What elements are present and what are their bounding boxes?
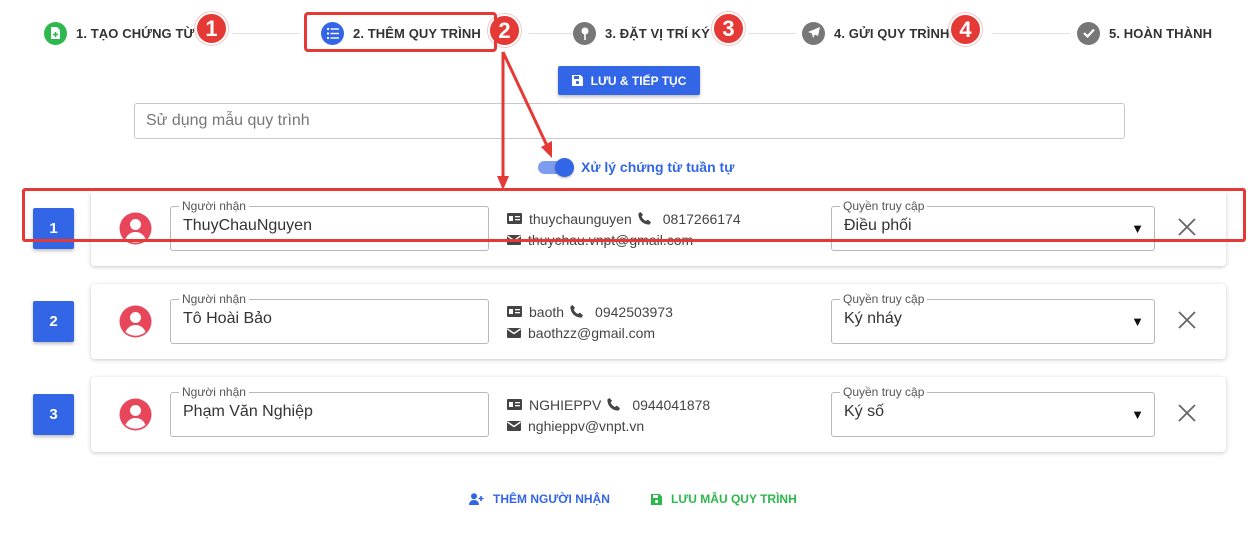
recipient-row: Người nhận Phạm Văn Nghiệp NGHIEPPV 0944… — [91, 377, 1226, 452]
annotation-highlight-step — [304, 12, 497, 52]
annotation-badge: 1 — [195, 12, 228, 45]
step-label: 4. GỬI QUY TRÌNH — [834, 25, 950, 41]
save-icon — [571, 75, 583, 86]
row-order-number: 2 — [33, 301, 74, 342]
step-create-document[interactable]: 1. TẠO CHỨNG TỪ — [44, 20, 194, 46]
close-icon[interactable] — [1176, 402, 1198, 424]
recipient-email: nghieppv@vnpt.vn — [528, 417, 645, 434]
save-template-label: LƯU MẪU QUY TRÌNH — [671, 492, 797, 506]
access-value: Ký số — [844, 403, 885, 420]
step-place-signature[interactable]: 3. ĐẶT VỊ TRÍ KÝ — [573, 20, 710, 46]
workflow-page: 1. TẠO CHỨNG TỪ 2. THÊM QUY TRÌNH 3. ĐẶT… — [0, 0, 1257, 538]
document-icon — [44, 21, 67, 45]
save-continue-label: LƯU & TIẾP TỤC — [590, 73, 687, 88]
recipient-field-label: Người nhận — [179, 385, 249, 399]
recipient-name: Tô Hoài Bảo — [183, 310, 272, 327]
user-avatar-icon — [119, 305, 152, 338]
email-icon — [507, 327, 521, 338]
step-connector — [232, 33, 300, 34]
recipient-phone: 0942503973 — [595, 303, 673, 320]
annotation-badge: 3 — [712, 12, 745, 45]
annotation-highlight-row — [22, 188, 1246, 242]
phone-icon — [607, 398, 621, 411]
access-select[interactable]: Quyền truy cập Ký số ▼ — [831, 385, 1155, 437]
email-icon — [507, 420, 521, 431]
add-user-icon — [469, 493, 484, 505]
workflow-template-input[interactable]: Sử dụng mẫu quy trình — [134, 103, 1125, 139]
caret-down-icon: ▼ — [1131, 314, 1144, 329]
step-label: 5. HOÀN THÀNH — [1109, 25, 1213, 41]
template-placeholder: Sử dụng mẫu quy trình — [146, 112, 310, 129]
access-value: Ký nháy — [844, 310, 902, 327]
step-send-workflow[interactable]: 4. GỬI QUY TRÌNH — [802, 20, 949, 46]
access-select[interactable]: Quyền truy cập Ký nháy ▼ — [831, 292, 1155, 344]
id-card-icon — [507, 399, 522, 410]
recipient-username: NGHIEPPV — [529, 396, 602, 413]
save-template-button[interactable]: LƯU MẪU QUY TRÌNH — [651, 490, 797, 508]
recipient-field[interactable]: Người nhận Phạm Văn Nghiệp — [170, 385, 489, 437]
sequential-toggle-row: Xử lý chứng từ tuần tự — [538, 157, 734, 177]
check-icon — [1077, 21, 1100, 45]
caret-down-icon: ▼ — [1131, 407, 1144, 422]
recipient-phone: 0944041878 — [632, 396, 711, 413]
access-field-label: Quyền truy cập — [840, 292, 928, 306]
stepper: 1. TẠO CHỨNG TỪ 2. THÊM QUY TRÌNH 3. ĐẶT… — [0, 20, 1257, 46]
step-connector — [992, 33, 1070, 34]
id-card-icon — [507, 306, 522, 317]
recipient-info: NGHIEPPV 0944041878 nghieppv@vnpt.vn — [507, 394, 710, 436]
recipient-username: baoth — [529, 303, 565, 320]
annotation-badge: 4 — [949, 13, 982, 46]
recipient-email: baothzz@gmail.com — [528, 324, 656, 341]
sequential-toggle[interactable] — [538, 158, 574, 177]
add-recipient-label: THÊM NGƯỜI NHẬN — [493, 492, 610, 506]
recipient-field[interactable]: Người nhận Tô Hoài Bảo — [170, 292, 489, 344]
close-icon[interactable] — [1176, 309, 1198, 331]
recipient-info: baoth 0942503973 baothzz@gmail.com — [507, 301, 673, 343]
step-label: 3. ĐẶT VỊ TRÍ KÝ — [605, 25, 710, 41]
row-order-number: 3 — [33, 394, 74, 435]
step-connector — [748, 33, 796, 34]
pin-icon — [573, 21, 596, 45]
toggle-knob — [555, 158, 574, 177]
recipient-row: Người nhận Tô Hoài Bảo baoth 0942503973 … — [91, 284, 1226, 359]
access-field-label: Quyền truy cập — [840, 385, 928, 399]
step-complete[interactable]: 5. HOÀN THÀNH — [1077, 20, 1212, 46]
recipient-field-label: Người nhận — [179, 292, 249, 306]
step-label: 1. TẠO CHỨNG TỪ — [76, 25, 195, 41]
save-continue-button[interactable]: LƯU & TIẾP TỤC — [558, 66, 700, 95]
add-recipient-button[interactable]: THÊM NGƯỜI NHẬN — [469, 490, 610, 508]
send-icon — [802, 21, 825, 45]
save-icon — [651, 493, 662, 505]
user-avatar-icon — [119, 398, 152, 431]
step-connector — [528, 33, 572, 34]
phone-icon — [570, 305, 584, 318]
sequential-toggle-label: Xử lý chứng từ tuần tự — [581, 159, 735, 175]
recipient-name: Phạm Văn Nghiệp — [183, 403, 313, 420]
